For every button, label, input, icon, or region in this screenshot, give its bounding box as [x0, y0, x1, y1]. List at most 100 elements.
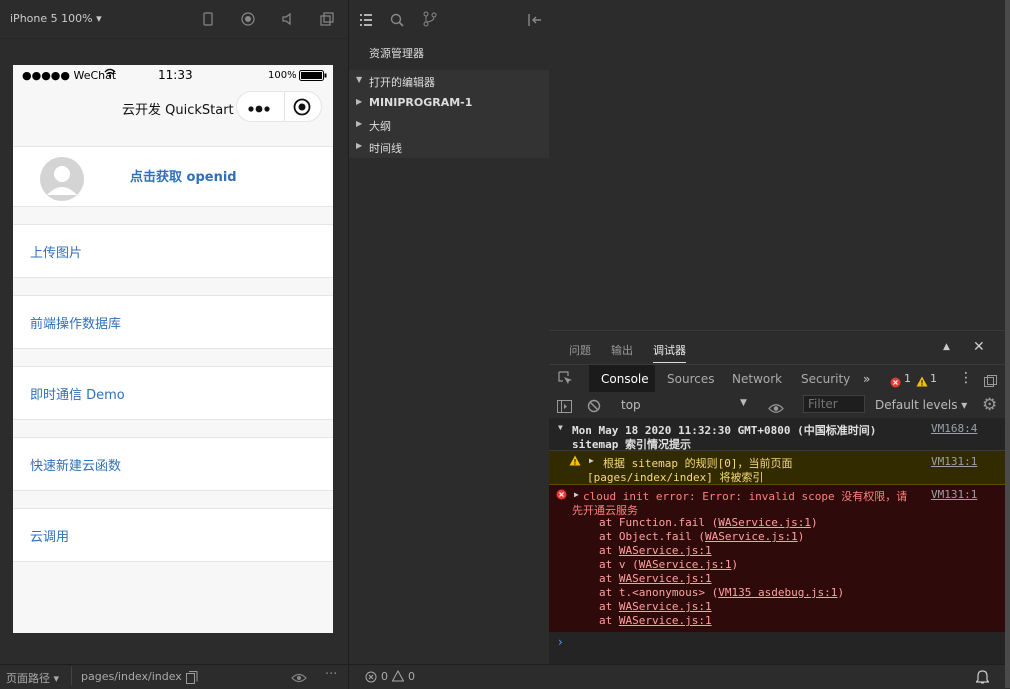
- inspect-element-icon[interactable]: [558, 371, 573, 390]
- tab-sources[interactable]: Sources: [667, 372, 714, 386]
- divider: [348, 665, 349, 689]
- phone-status-bar: ●●●●● WeChat 11:33 100%: [13, 65, 333, 87]
- eye-icon[interactable]: [768, 399, 784, 418]
- tab-console[interactable]: Console: [601, 372, 649, 386]
- tree-item-label: 时间线: [369, 142, 402, 155]
- chevron-down-icon: ▼: [356, 75, 363, 84]
- close-icon[interactable]: ✕: [973, 339, 985, 355]
- log-source-link[interactable]: VM131:1: [931, 488, 977, 501]
- activity-bar: [349, 0, 549, 38]
- tree-open-editors[interactable]: ▼ 打开的编辑器: [349, 70, 549, 92]
- eye-icon[interactable]: [291, 673, 307, 686]
- tree-outline[interactable]: ▶ 大纲: [349, 114, 549, 136]
- prompt-chevron-icon: ›: [558, 635, 563, 649]
- sound-icon[interactable]: [281, 12, 295, 26]
- context-select[interactable]: top: [621, 398, 641, 412]
- tab-debugger[interactable]: 调试器: [653, 342, 686, 363]
- source-control-icon[interactable]: [423, 11, 437, 31]
- more-icon[interactable]: [247, 100, 273, 119]
- warning-count[interactable]: 1: [930, 372, 937, 385]
- bell-icon[interactable]: [975, 670, 990, 687]
- user-info-row: 点击获取 openid: [13, 146, 333, 207]
- chevron-right-icon: ▶: [356, 119, 363, 128]
- explorer-tree: ▼ 打开的编辑器 ▶ MINIPROGRAM-1 ▶ 大纲 ▶ 时间线: [349, 70, 549, 158]
- log-source-link[interactable]: VM168:4: [931, 422, 977, 435]
- log-warning: ▶ 根据 sitemap 的规则[0]，当前页面 [pages/index/in…: [549, 451, 1005, 485]
- capsule-divider: [284, 92, 285, 121]
- devtools-tab-bar: Console Sources Network Security » 1 1 ⋮: [549, 364, 1005, 394]
- clear-console-icon[interactable]: [587, 398, 601, 417]
- menu-item-label: 快速新建云函数: [30, 459, 122, 474]
- more-tabs-icon[interactable]: »: [863, 372, 870, 386]
- copy-icon[interactable]: [186, 671, 198, 687]
- toggle-sidebar-icon[interactable]: [557, 398, 572, 417]
- kebab-menu-icon[interactable]: ⋮: [959, 370, 973, 386]
- stack-file-link[interactable]: VM135 asdebug.js:1: [718, 586, 837, 599]
- tree-item-label: 打开的编辑器: [369, 76, 435, 89]
- explorer-icon[interactable]: [359, 12, 373, 31]
- log-group-subtitle: sitemap 索引情况提示: [572, 438, 691, 451]
- close-miniprogram-icon[interactable]: [293, 98, 311, 120]
- tree-miniprogram[interactable]: ▶ MINIPROGRAM-1: [349, 92, 549, 114]
- maximize-panel-icon[interactable]: ▲: [943, 342, 950, 352]
- tab-network[interactable]: Network: [732, 372, 782, 386]
- stack-file-link[interactable]: WAService.js:1: [705, 530, 798, 543]
- page-title: 云开发 QuickStart: [122, 103, 234, 118]
- error-icon: [556, 489, 567, 503]
- more-icon[interactable]: ···: [325, 667, 337, 682]
- warning-icon: [569, 455, 581, 469]
- record-icon[interactable]: [241, 12, 255, 26]
- stack-frame: at WAService.js:1: [599, 572, 712, 585]
- error-count[interactable]: 1: [904, 372, 911, 385]
- tree-timeline[interactable]: ▶ 时间线: [349, 136, 549, 158]
- stack-file-link[interactable]: WAService.js:1: [718, 516, 811, 529]
- chevron-right-icon[interactable]: ▶: [574, 490, 579, 499]
- capsule-menu[interactable]: [236, 91, 322, 122]
- device-select[interactable]: iPhone 5 100% ▾: [10, 12, 102, 25]
- page-path-menu[interactable]: 页面路径 ▾: [6, 670, 59, 686]
- console-toolbar: top ▼ Default levels ▾ ⚙: [549, 392, 1005, 419]
- dock-side-icon[interactable]: [984, 372, 997, 391]
- stack-file-link[interactable]: WAService.js:1: [619, 600, 712, 613]
- filter-input[interactable]: [803, 395, 865, 413]
- stack-file-link[interactable]: WAService.js:1: [619, 572, 712, 585]
- warning-badge-icon: [916, 372, 928, 391]
- warning-status-count[interactable]: 0: [408, 670, 415, 683]
- error-status-icon[interactable]: [365, 671, 377, 686]
- log-levels-select[interactable]: Default levels ▾: [875, 398, 967, 412]
- stack-file-link[interactable]: WAService.js:1: [619, 544, 712, 557]
- tab-output[interactable]: 输出: [611, 342, 633, 358]
- log-error: ▶ cloud init error: Error: invalid scope…: [549, 485, 1005, 633]
- stack-file-link[interactable]: WAService.js:1: [639, 558, 732, 571]
- phone-icon[interactable]: [201, 12, 215, 26]
- window-edge: [1005, 0, 1010, 688]
- tab-security[interactable]: Security: [801, 372, 850, 386]
- chevron-down-icon[interactable]: ▼: [740, 398, 747, 408]
- chevron-right-icon: ▶: [356, 97, 363, 106]
- stack-file-link[interactable]: WAService.js:1: [619, 614, 712, 627]
- tree-item-label: MINIPROGRAM-1: [369, 96, 473, 109]
- warning-status-icon[interactable]: [391, 669, 405, 685]
- get-openid-button[interactable]: 点击获取 openid: [130, 166, 237, 185]
- warning-message-cont: [pages/index/index] 将被索引: [587, 471, 764, 484]
- detach-window-icon[interactable]: [320, 12, 334, 26]
- stack-frame: at Function.fail (WAService.js:1): [599, 516, 818, 529]
- chevron-right-icon[interactable]: ▶: [589, 456, 594, 465]
- avatar: [40, 157, 84, 205]
- console-prompt[interactable]: ›: [549, 632, 1005, 664]
- menu-item-upload[interactable]: 上传图片: [13, 224, 333, 278]
- error-status-count[interactable]: 0: [381, 670, 388, 683]
- menu-item-im-demo[interactable]: 即时通信 Demo: [13, 366, 333, 420]
- gear-icon[interactable]: ⚙: [982, 395, 997, 415]
- collapse-sidebar-icon[interactable]: [527, 12, 543, 31]
- battery-icon: [299, 70, 327, 84]
- chevron-down-icon[interactable]: ▼: [558, 423, 563, 432]
- log-group[interactable]: ▼ Mon May 18 2020 11:32:30 GMT+0800 (中国标…: [549, 418, 1005, 451]
- menu-item-cloud-call[interactable]: 云调用: [13, 508, 333, 562]
- tab-problems[interactable]: 问题: [569, 342, 591, 358]
- menu-item-database[interactable]: 前端操作数据库: [13, 295, 333, 349]
- menu-item-new-cloud-function[interactable]: 快速新建云函数: [13, 437, 333, 491]
- log-source-link[interactable]: VM131:1: [931, 455, 977, 468]
- search-icon[interactable]: [390, 12, 404, 31]
- editor-area: [549, 0, 1010, 330]
